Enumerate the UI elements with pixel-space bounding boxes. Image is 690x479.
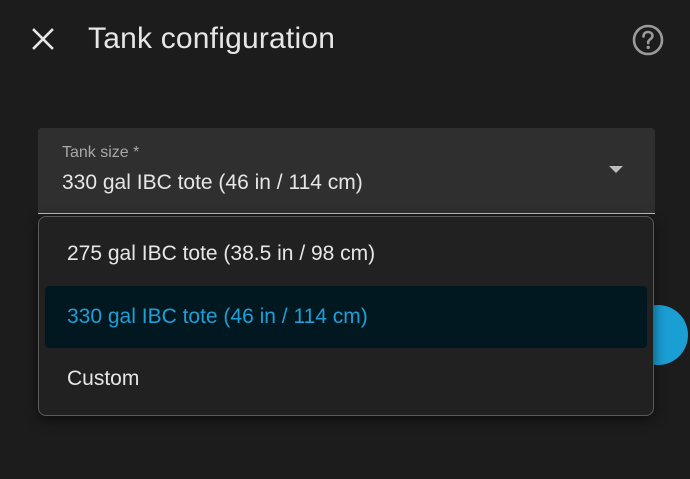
dropdown-arrow-icon: [608, 165, 624, 175]
dialog-header: Tank configuration: [0, 0, 690, 80]
tank-size-menu: 275 gal IBC tote (38.5 in / 98 cm) 330 g…: [38, 216, 654, 416]
tank-size-value: 330 gal IBC tote (46 in / 114 cm): [62, 171, 363, 194]
menu-item-label: 275 gal IBC tote (38.5 in / 98 cm): [67, 242, 376, 265]
tank-size-label: Tank size *: [62, 144, 140, 161]
tank-size-select[interactable]: Tank size * 330 gal IBC tote (46 in / 11…: [38, 128, 655, 214]
close-icon: [32, 28, 54, 50]
help-button[interactable]: [630, 22, 666, 58]
menu-item-label: Custom: [67, 367, 140, 390]
menu-item-275-gal[interactable]: 275 gal IBC tote (38.5 in / 98 cm): [45, 223, 647, 285]
help-circle-icon: [632, 24, 664, 56]
close-button[interactable]: [26, 22, 60, 56]
dialog-title: Tank configuration: [88, 22, 336, 55]
menu-item-custom[interactable]: Custom: [45, 348, 647, 410]
menu-item-label: 330 gal IBC tote (46 in / 114 cm): [67, 305, 368, 328]
menu-item-330-gal-selected[interactable]: 330 gal IBC tote (46 in / 114 cm): [45, 286, 647, 348]
